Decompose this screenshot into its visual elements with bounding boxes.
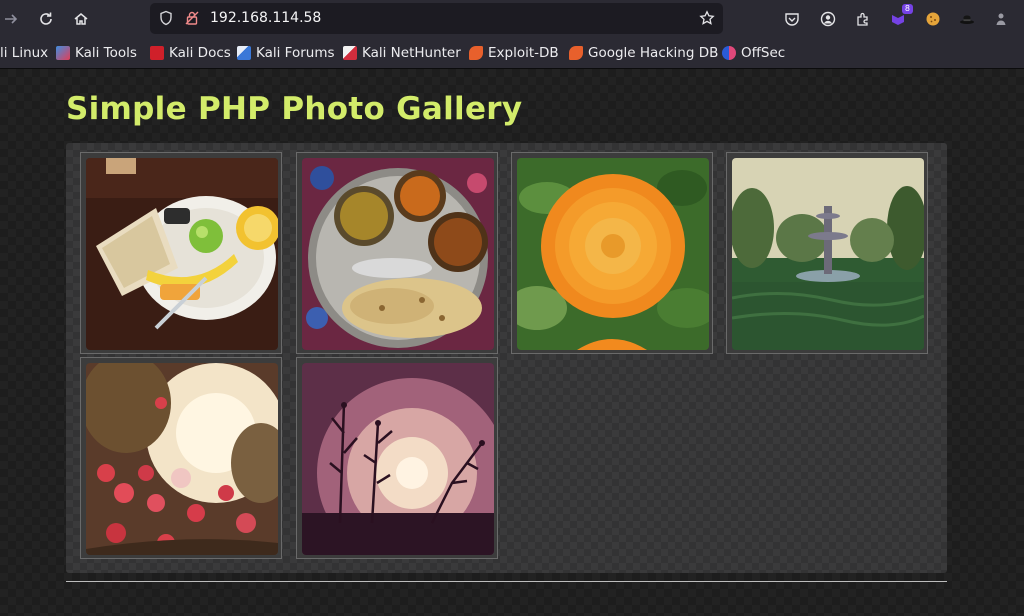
- gallery-photo-breakfast[interactable]: [80, 152, 282, 354]
- bookmark-star-icon[interactable]: [699, 10, 715, 26]
- home-icon[interactable]: [70, 8, 92, 30]
- exploit-db-icon: [469, 46, 483, 60]
- bookmark-kali-nethunter[interactable]: Kali NetHunter: [343, 38, 461, 68]
- bookmark-label: li Linux: [0, 45, 49, 61]
- gallery-photo-bougainvillea[interactable]: [80, 357, 282, 559]
- bookmark-label: Kali Docs: [169, 45, 231, 61]
- bookmark-google-hacking-db[interactable]: Google Hacking DB: [569, 38, 718, 68]
- kali-forums-icon: [237, 46, 251, 60]
- breakfast-photo-image: [86, 158, 278, 350]
- account-icon[interactable]: [819, 10, 837, 28]
- page-title: Simple PHP Photo Gallery: [66, 91, 523, 127]
- bookmark-exploit-db[interactable]: Exploit-DB: [469, 38, 559, 68]
- puzzle-extension-icon[interactable]: [992, 10, 1010, 28]
- bookmarks-bar: li Linux Kali Tools Kali Docs Kali Forum…: [0, 38, 1024, 69]
- bookmark-label: OffSec: [741, 45, 786, 61]
- bookmark-kali-tools[interactable]: Kali Tools: [56, 38, 137, 68]
- bookmark-offsec[interactable]: OffSec: [722, 38, 785, 68]
- gallery-photo-marigold[interactable]: [511, 152, 713, 354]
- silhouette-photo-image: [302, 363, 494, 555]
- kali-tools-icon: [56, 46, 70, 60]
- hat-extension-icon[interactable]: [958, 10, 976, 28]
- kali-docs-icon: [150, 46, 164, 60]
- pocket-icon[interactable]: [783, 10, 801, 28]
- offsec-icon: [722, 46, 736, 60]
- gallery-photo-silhouette[interactable]: [296, 357, 498, 559]
- extensions-icon[interactable]: [854, 10, 872, 28]
- photo-gallery: [66, 143, 947, 573]
- bookmark-kali-docs[interactable]: Kali Docs: [150, 38, 231, 68]
- cookie-extension-icon[interactable]: [924, 10, 942, 28]
- url-text[interactable]: 192.168.114.58: [210, 10, 321, 26]
- gallery-photo-thali[interactable]: [296, 152, 498, 354]
- bougainvillea-photo-image: [86, 363, 278, 555]
- bookmark-label: Google Hacking DB: [588, 45, 719, 61]
- insecure-lock-icon[interactable]: [184, 10, 200, 26]
- extension-counter-icon[interactable]: 8: [889, 4, 913, 28]
- bookmark-kali-forums[interactable]: Kali Forums: [237, 38, 335, 68]
- bookmark-label: Kali NetHunter: [362, 45, 461, 61]
- tracking-protection-icon[interactable]: [158, 10, 174, 26]
- kali-nethunter-icon: [343, 46, 357, 60]
- fountain-photo-image: [732, 158, 924, 350]
- url-bar[interactable]: 192.168.114.58: [150, 3, 723, 34]
- forward-icon[interactable]: [0, 8, 22, 30]
- footer-divider: [66, 581, 947, 582]
- bookmark-kali-linux[interactable]: li Linux: [0, 38, 48, 68]
- google-hacking-db-icon: [569, 46, 583, 60]
- reload-icon[interactable]: [35, 8, 57, 30]
- bookmark-label: Exploit-DB: [488, 45, 559, 61]
- gallery-photo-fountain[interactable]: [726, 152, 928, 354]
- page-content: Simple PHP Photo Gallery: [0, 69, 1024, 616]
- thali-photo-image: [302, 158, 494, 350]
- bookmark-label: Kali Forums: [256, 45, 335, 61]
- browser-toolbar: 192.168.114.58 8: [0, 0, 1024, 38]
- bookmark-label: Kali Tools: [75, 45, 137, 61]
- extension-badge: 8: [901, 4, 913, 14]
- marigold-photo-image: [517, 158, 709, 350]
